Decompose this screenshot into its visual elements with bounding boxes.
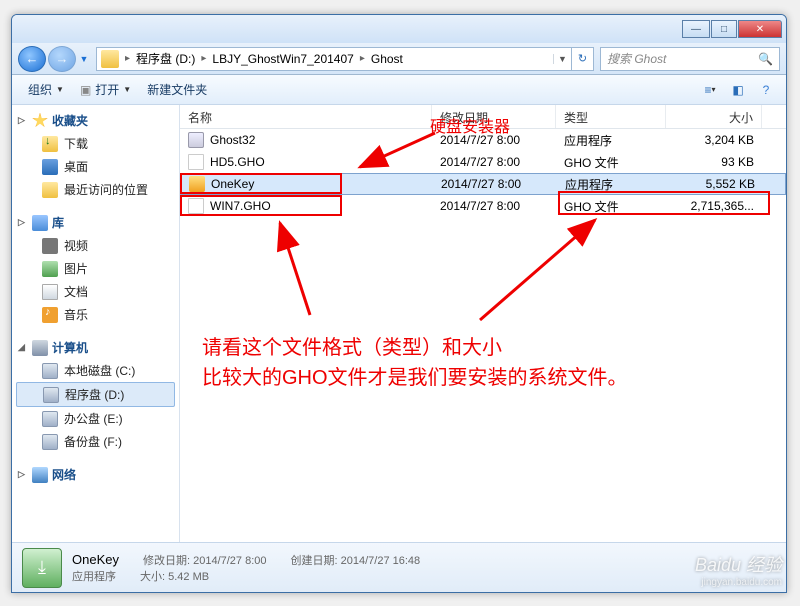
recent-icon — [42, 182, 58, 198]
desktop-icon — [42, 159, 58, 175]
back-button[interactable]: ← — [18, 46, 46, 72]
organize-button[interactable]: 组织 ▼ — [20, 78, 72, 101]
drive-icon — [42, 411, 58, 427]
network-icon — [32, 467, 48, 483]
library-icon — [32, 215, 48, 231]
help-button[interactable]: ? — [754, 79, 778, 101]
drive-icon — [43, 387, 59, 403]
sidebar-network[interactable]: ▷网络 — [12, 463, 179, 486]
file-thumbnail-icon: ⤓ — [22, 548, 62, 588]
sidebar-drive-c[interactable]: 本地磁盘 (C:) — [12, 359, 179, 382]
nav-pane[interactable]: ▷收藏夹 下载 桌面 最近访问的位置 ▷库 视频 图片 文档 音乐 ◢计算机 本… — [12, 105, 180, 542]
breadcrumb-seg[interactable]: 程序盘 (D:) — [132, 50, 199, 67]
computer-icon — [32, 340, 48, 356]
titlebar[interactable]: — □ ✕ — [12, 15, 786, 43]
search-placeholder: 搜索 Ghost — [607, 50, 666, 67]
star-icon — [32, 113, 48, 129]
folder-icon — [101, 50, 119, 68]
new-folder-button[interactable]: 新建文件夹 — [139, 78, 215, 101]
preview-pane-button[interactable]: ◧ — [726, 79, 750, 101]
address-dropdown[interactable]: ▼ — [553, 54, 571, 64]
file-icon — [188, 154, 204, 170]
details-pane: ⤓ OneKey 修改日期: 2014/7/27 8:00 创建日期: 2014… — [12, 542, 786, 592]
col-name-header[interactable]: 名称 — [180, 105, 432, 128]
annotation-text: 请看这个文件格式（类型）和大小 比较大的GHO文件才是我们要安装的系统文件。 — [202, 333, 628, 393]
col-type-header[interactable]: 类型 — [556, 105, 666, 128]
app-icon — [189, 176, 205, 192]
navbar: ← → ▼ ▸ 程序盘 (D:) ▸ LBJY_GhostWin7_201407… — [12, 43, 786, 75]
col-size-header[interactable]: 大小 — [666, 105, 762, 128]
sidebar-libraries[interactable]: ▷库 — [12, 211, 179, 234]
file-row-hd5gho[interactable]: HD5.GHO 2014/7/27 8:00 GHO 文件 93 KB — [180, 151, 786, 173]
sidebar-favorites[interactable]: ▷收藏夹 — [12, 109, 179, 132]
sidebar-drive-d[interactable]: 程序盘 (D:) — [16, 382, 175, 407]
file-row-onekey[interactable]: OneKey 2014/7/27 8:00 应用程序 5,552 KB — [180, 173, 786, 195]
picture-icon — [42, 261, 58, 277]
sidebar-computer[interactable]: ◢计算机 — [12, 336, 179, 359]
search-input[interactable]: 搜索 Ghost 🔍 — [600, 47, 780, 71]
toolbar: 组织 ▼ ▣ 打开 ▼ 新建文件夹 ≡ ▾ ◧ ? — [12, 75, 786, 105]
document-icon — [42, 284, 58, 300]
refresh-button[interactable]: ↻ — [572, 47, 594, 71]
sidebar-drive-e[interactable]: 办公盘 (E:) — [12, 407, 179, 430]
minimize-button[interactable]: — — [682, 20, 710, 38]
sidebar-recent[interactable]: 最近访问的位置 — [12, 178, 179, 201]
status-type: 应用程序 — [72, 568, 116, 584]
sidebar-downloads[interactable]: 下载 — [12, 132, 179, 155]
maximize-button[interactable]: □ — [711, 20, 737, 38]
address-bar[interactable]: ▸ 程序盘 (D:) ▸ LBJY_GhostWin7_201407 ▸ Gho… — [96, 47, 572, 71]
drive-icon — [42, 363, 58, 379]
status-filename: OneKey — [72, 552, 119, 568]
file-row-win7gho[interactable]: WIN7.GHO 2014/7/27 8:00 GHO 文件 2,715,365… — [180, 195, 786, 217]
forward-button[interactable]: → — [48, 46, 76, 72]
view-button[interactable]: ≡ ▾ — [698, 79, 722, 101]
download-icon — [42, 136, 58, 152]
file-icon — [188, 198, 204, 214]
open-button[interactable]: ▣ 打开 ▼ — [72, 78, 139, 101]
breadcrumb-seg[interactable]: LBJY_GhostWin7_201407 — [208, 52, 357, 66]
breadcrumb-seg[interactable]: Ghost — [367, 52, 407, 66]
sidebar-desktop[interactable]: 桌面 — [12, 155, 179, 178]
search-icon: 🔍 — [758, 52, 773, 66]
drive-icon — [42, 434, 58, 450]
sidebar-pictures[interactable]: 图片 — [12, 257, 179, 280]
exe-icon — [188, 132, 204, 148]
sidebar-documents[interactable]: 文档 — [12, 280, 179, 303]
sidebar-music[interactable]: 音乐 — [12, 303, 179, 326]
annotation-label: 硬盘安装器 — [430, 113, 510, 137]
close-button[interactable]: ✕ — [738, 20, 782, 38]
music-icon — [42, 307, 58, 323]
history-dropdown[interactable]: ▼ — [78, 48, 90, 70]
file-list[interactable]: 名称 修改日期 类型 大小 Ghost32 2014/7/27 8:00 应用程… — [180, 105, 786, 542]
sidebar-videos[interactable]: 视频 — [12, 234, 179, 257]
video-icon — [42, 238, 58, 254]
explorer-window: — □ ✕ ← → ▼ ▸ 程序盘 (D:) ▸ LBJY_GhostWin7_… — [11, 14, 787, 593]
sidebar-drive-f[interactable]: 备份盘 (F:) — [12, 430, 179, 453]
